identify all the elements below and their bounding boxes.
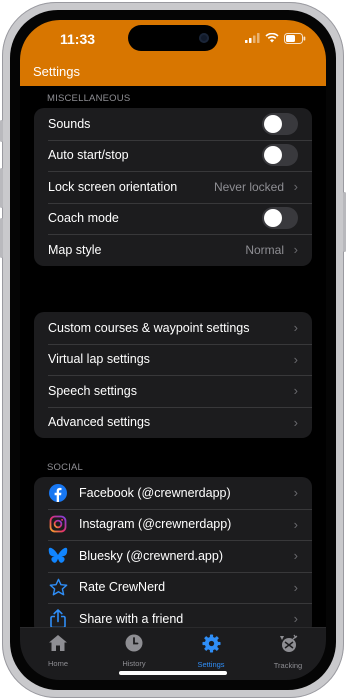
settings-list[interactable]: MISCELLANEOUS Sounds Auto start/stop Loc… xyxy=(20,86,326,635)
tab-home[interactable]: Home xyxy=(28,634,88,668)
chevron-right-icon: › xyxy=(293,179,298,195)
star-icon xyxy=(48,577,68,597)
row-label: Coach mode xyxy=(48,211,119,226)
instagram-icon xyxy=(48,514,68,534)
chevron-right-icon: › xyxy=(293,351,298,367)
section-header-miscellaneous: MISCELLANEOUS xyxy=(47,93,131,104)
tab-history[interactable]: History xyxy=(104,634,164,668)
row-rate-crewnerd[interactable]: Rate CrewNerd › xyxy=(34,571,312,604)
row-label: Rate CrewNerd xyxy=(79,580,166,595)
volume-up-button xyxy=(0,168,3,208)
camera-icon xyxy=(199,33,209,43)
row-label: Map style xyxy=(48,242,102,257)
gear-icon xyxy=(201,634,221,653)
row-advanced-settings[interactable]: Advanced settings › xyxy=(34,406,312,439)
row-label: Lock screen orientation xyxy=(48,179,178,194)
chevron-right-icon: › xyxy=(293,611,298,627)
tab-tracking[interactable]: Tracking xyxy=(258,634,318,670)
signal-icon xyxy=(245,33,260,43)
chevron-right-icon: › xyxy=(293,414,298,430)
social-group: Facebook (@crewnerdapp) › Instagram (@cr… xyxy=(34,477,312,635)
chevron-right-icon: › xyxy=(293,548,298,564)
volume-down-button xyxy=(0,218,3,258)
dynamic-island xyxy=(128,25,218,51)
tab-label: Home xyxy=(47,659,68,668)
settings-links-group: Custom courses & waypoint settings › Vir… xyxy=(34,312,312,438)
chevron-right-icon: › xyxy=(293,242,298,258)
clock-icon xyxy=(125,634,143,652)
screen: 11:33 Settings MISCELLANEOUS Sounds Auto… xyxy=(20,20,326,680)
row-label: Auto start/stop xyxy=(48,148,129,163)
row-map-style[interactable]: Map style Normal › xyxy=(34,234,312,266)
nav-header: 11:33 Settings xyxy=(20,20,326,86)
row-label: Advanced settings xyxy=(48,415,151,430)
chevron-right-icon: › xyxy=(293,383,298,399)
tab-label: Tracking xyxy=(273,661,303,670)
row-label: Instagram (@crewnerdapp) xyxy=(79,517,232,532)
coach-mode-toggle[interactable] xyxy=(262,207,298,230)
section-header-social: SOCIAL xyxy=(47,462,84,473)
row-bluesky[interactable]: Bluesky (@crewnerd.app) › xyxy=(34,540,312,572)
status-time: 11:33 xyxy=(60,31,96,47)
row-sounds[interactable]: Sounds xyxy=(34,108,312,140)
row-virtual-lap[interactable]: Virtual lap settings › xyxy=(34,343,312,376)
row-custom-courses[interactable]: Custom courses & waypoint settings › xyxy=(34,312,312,344)
wifi-icon xyxy=(265,33,279,43)
row-label: Share with a friend xyxy=(79,611,184,626)
tab-label: History xyxy=(122,659,146,668)
row-coach-mode[interactable]: Coach mode xyxy=(34,202,312,235)
share-icon xyxy=(48,608,68,629)
tracking-icon xyxy=(280,634,298,652)
row-label: Virtual lap settings xyxy=(48,352,150,367)
page-title: Settings xyxy=(33,64,80,79)
home-icon xyxy=(49,635,67,651)
row-value: Normal xyxy=(245,242,284,257)
chevron-right-icon: › xyxy=(293,485,298,501)
action-button xyxy=(0,120,3,142)
tab-label: Settings xyxy=(197,660,225,669)
sounds-toggle[interactable] xyxy=(262,112,298,135)
row-instagram[interactable]: Instagram (@crewnerdapp) › xyxy=(34,508,312,541)
row-value: Never locked xyxy=(213,179,284,194)
row-lock-screen-orientation[interactable]: Lock screen orientation Never locked › xyxy=(34,171,312,203)
row-auto-start-stop[interactable]: Auto start/stop xyxy=(34,139,312,172)
row-label: Custom courses & waypoint settings xyxy=(48,320,250,335)
row-label: Facebook (@crewnerdapp) xyxy=(79,485,231,500)
tab-settings[interactable]: Settings xyxy=(181,634,241,669)
row-label: Sounds xyxy=(48,116,91,131)
chevron-right-icon: › xyxy=(293,320,298,336)
row-label: Speech settings xyxy=(48,383,137,398)
facebook-icon xyxy=(48,483,68,503)
chevron-right-icon: › xyxy=(293,579,298,595)
home-indicator[interactable] xyxy=(119,671,227,675)
misc-group: Sounds Auto start/stop Lock screen orien… xyxy=(34,108,312,266)
status-icons xyxy=(245,32,306,44)
auto-start-stop-toggle[interactable] xyxy=(262,144,298,167)
battery-icon xyxy=(284,32,306,44)
chevron-right-icon: › xyxy=(293,516,298,532)
row-facebook[interactable]: Facebook (@crewnerdapp) › xyxy=(34,477,312,509)
bluesky-icon xyxy=(48,546,68,566)
row-speech-settings[interactable]: Speech settings › xyxy=(34,375,312,407)
row-label: Bluesky (@crewnerd.app) xyxy=(79,548,223,563)
